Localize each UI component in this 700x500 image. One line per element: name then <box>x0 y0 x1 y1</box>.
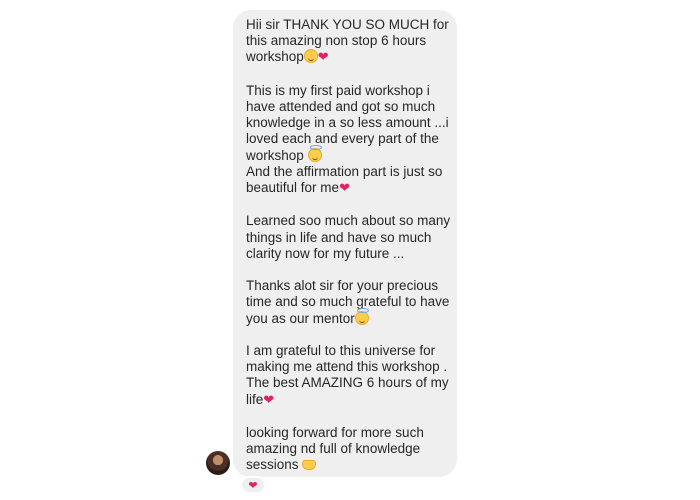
message-line: beautiful for me❤ <box>246 180 447 197</box>
smiling-face-with-halo-emoji-icon <box>354 307 369 325</box>
red-heart-emoji-icon: ❤ <box>339 181 350 197</box>
message-line-text: beautiful for me <box>246 180 340 196</box>
message-line: Learned soo much about so many <box>246 213 451 229</box>
message-line: And the affirmation part is just so <box>246 163 443 179</box>
message-line-text: you as our mentor <box>246 310 355 326</box>
message-line: amazing nd full of knowledge <box>246 441 421 457</box>
message-line: sessions <box>246 457 447 473</box>
message-paragraph-6: looking forward for more such amazing nd… <box>246 425 447 474</box>
message-line: have attended and got so much <box>246 99 436 114</box>
message-paragraph-3: Learned soo much about so many things in… <box>246 213 451 262</box>
message-paragraph-4: Thanks alot sir for your precious time a… <box>246 278 450 327</box>
message-line: you as our mentor <box>246 307 447 327</box>
message-line: life❤ <box>246 392 447 409</box>
smiling-face-with-halo-emoji-icon <box>307 144 322 162</box>
message-line-text: sessions <box>246 457 303 473</box>
red-heart-emoji-icon: ❤ <box>317 50 329 66</box>
message-paragraph-2: This is my first paid workshop i have at… <box>246 82 449 197</box>
message-line: things in life and have so much <box>246 229 432 245</box>
message-line: loved each and every part of the <box>246 131 439 147</box>
message-line: workshop ❤ <box>246 49 447 66</box>
message-line-text: workshop <box>246 49 304 65</box>
message-line: time and so much grateful to have <box>246 294 450 310</box>
message-line: Thanks alot sir for your precious <box>246 278 439 294</box>
message-line-text: life <box>246 391 264 407</box>
sender-avatar[interactable] <box>206 451 230 475</box>
message-line: clarity now for my future ... <box>246 245 405 261</box>
message-line-text: workshop <box>246 147 308 163</box>
message-line: Hii sir THANK YOU SO MUCH for <box>246 17 449 32</box>
message-line: The best AMAZING 6 hours of my <box>246 375 449 391</box>
message-line: looking forward for more such <box>246 425 424 440</box>
message-line: this amazing non stop 6 hours <box>246 33 427 49</box>
red-heart-emoji-icon: ❤ <box>263 392 275 408</box>
message-paragraph-5: I am grateful to this universe for makin… <box>246 343 449 409</box>
message-line: workshop <box>246 144 447 164</box>
message-bubble[interactable]: Hii sir THANK YOU SO MUCH for this amazi… <box>233 10 457 477</box>
message-line: This is my first paid workshop i <box>246 82 430 98</box>
message-line: I am grateful to this universe for <box>246 343 436 358</box>
message-line: knowledge in a so less amount ...i <box>246 115 449 131</box>
handshake-emoji-icon <box>302 460 317 471</box>
message-line: making me attend this workshop . <box>246 359 448 375</box>
pleading-face-emoji-icon <box>303 49 318 64</box>
heart-reaction-badge[interactable]: ❤ <box>240 476 266 494</box>
heart-icon: ❤ <box>248 478 258 492</box>
message-paragraph-1: Hii sir THANK YOU SO MUCH for this amazi… <box>246 17 449 67</box>
